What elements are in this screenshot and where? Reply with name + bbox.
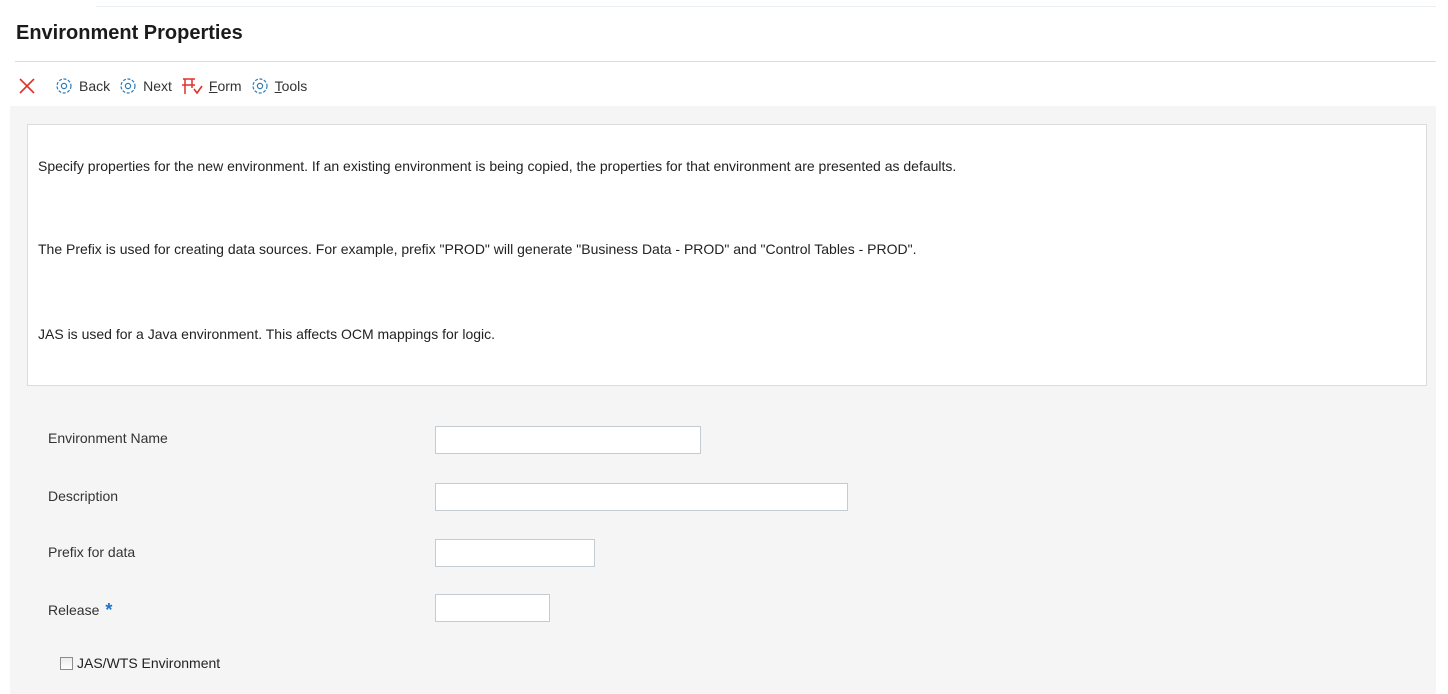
back-button[interactable]: Back <box>55 77 110 95</box>
instruction-line: Specify properties for the new environme… <box>38 158 957 174</box>
description-label: Description <box>48 488 119 504</box>
prefix-input[interactable] <box>435 539 595 567</box>
instruction-line: The Prefix is used for creating data sou… <box>38 241 917 257</box>
jas-wts-checkbox[interactable] <box>60 656 73 670</box>
jas-wts-checkbox-row[interactable]: JAS/WTS Environment <box>60 655 220 671</box>
description-input[interactable] <box>435 483 848 511</box>
form-label: Form <box>208 78 242 94</box>
page-title: Environment Properties <box>16 22 243 44</box>
back-label: Back <box>79 78 111 94</box>
form-icon <box>181 78 203 95</box>
top-divider <box>96 6 1436 7</box>
release-label-text: Release <box>48 602 100 618</box>
gear-icon <box>120 78 136 94</box>
required-indicator: * <box>105 600 113 620</box>
gear-icon <box>56 78 72 94</box>
toolbar: Back Next Form Tools <box>18 75 316 97</box>
gear-icon <box>252 78 268 94</box>
environment-name-input[interactable] <box>435 426 701 454</box>
instruction-line: JAS is used for a Java environment. This… <box>38 326 496 342</box>
prefix-label: Prefix for data <box>48 544 136 560</box>
instructions-box: Specify properties for the new environme… <box>27 124 1427 386</box>
tools-label: Tools <box>274 78 308 94</box>
jas-wts-checkbox-label: JAS/WTS Environment <box>77 655 221 671</box>
next-button[interactable]: Next <box>119 77 172 95</box>
tools-menu-button[interactable]: Tools <box>251 77 308 95</box>
title-divider <box>15 61 1436 62</box>
environment-name-label: Environment Name <box>48 430 168 446</box>
form-menu-button[interactable]: Form <box>181 76 242 96</box>
next-label: Next <box>143 78 172 94</box>
release-input[interactable] <box>435 594 550 622</box>
close-x-icon <box>19 78 35 94</box>
close-button[interactable] <box>18 77 36 95</box>
release-label: Release * <box>48 599 112 620</box>
